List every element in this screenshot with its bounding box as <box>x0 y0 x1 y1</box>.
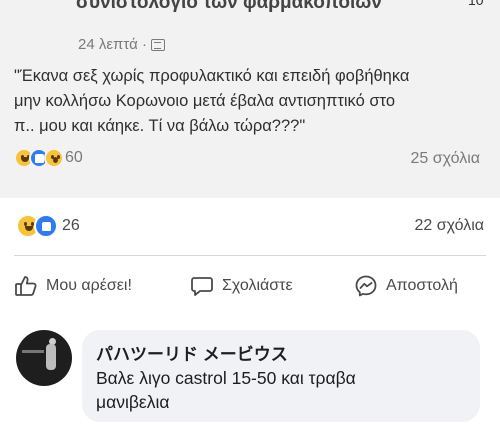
comment-button-label: Σχολιάστε <box>222 277 293 294</box>
comment-line: Βαλε λιγο castrol 15-50 και τραβα <box>96 368 356 388</box>
embedded-post-screenshot: 10 συνιστολόγιο των φαρμακοποιών 24 λεπτ… <box>0 0 500 198</box>
send-button-label: Αποστολή <box>386 277 458 294</box>
inner-post-line: "Έκανα σεξ χωρίς προφυλακτικό και επειδή… <box>14 67 410 85</box>
comment-author[interactable]: パハツーリド メービウス <box>96 340 288 365</box>
inner-top-number: 10 <box>468 0 484 8</box>
post-comment-count[interactable]: 22 σχόλια <box>415 217 484 235</box>
post-action-bar: Μου αρέσει! Σχολιάστε Αποστολή <box>0 268 500 304</box>
comment-button[interactable]: Σχολιάστε <box>190 268 293 304</box>
inner-post-time: 24 λεπτά · <box>78 36 147 53</box>
comment-bubble: パハツーリド メービウス Βαλε λιγο castrol 15-50 και… <box>82 330 480 422</box>
comment-line: μανιβελια <box>96 392 170 412</box>
post-reaction-count[interactable]: 26 <box>62 217 80 235</box>
inner-group-title: συνιστολόγιο των φαρμακοποιών <box>76 0 382 13</box>
inner-reaction-count: 60 <box>65 149 83 166</box>
inner-comment-count: 25 σχόλια <box>410 150 480 167</box>
like-button[interactable]: Μου αρέσει! <box>14 268 132 304</box>
comment-text: Βαλε λιγο castrol 15-50 και τραβα μανιβε… <box>96 366 466 414</box>
comment-icon <box>190 274 214 298</box>
friends-icon <box>150 38 165 51</box>
like-button-label: Μου αρέσει! <box>46 277 132 294</box>
send-button[interactable]: Αποστολή <box>354 268 458 304</box>
commenter-avatar[interactable] <box>16 330 72 386</box>
like-reaction-icon <box>34 214 58 238</box>
thumbs-up-icon <box>14 274 38 298</box>
inner-post-meta: 24 λεπτά · <box>78 36 165 53</box>
inner-post-line: π.. μου και κάηκε. Τί να βάλω τώρα???" <box>14 117 306 135</box>
divider <box>14 255 486 256</box>
inner-post-body: "Έκανα σεξ χωρίς προφυλακτικό και επειδή… <box>14 64 494 139</box>
wow-reaction-icon <box>44 148 64 168</box>
messenger-icon <box>354 274 378 298</box>
inner-reactions: 60 <box>14 148 83 168</box>
post-reactions[interactable]: 26 <box>16 214 80 238</box>
inner-post-line: μην κολλήσω Κορωνοιο μετά έβαλα αντισηπτ… <box>14 92 395 110</box>
